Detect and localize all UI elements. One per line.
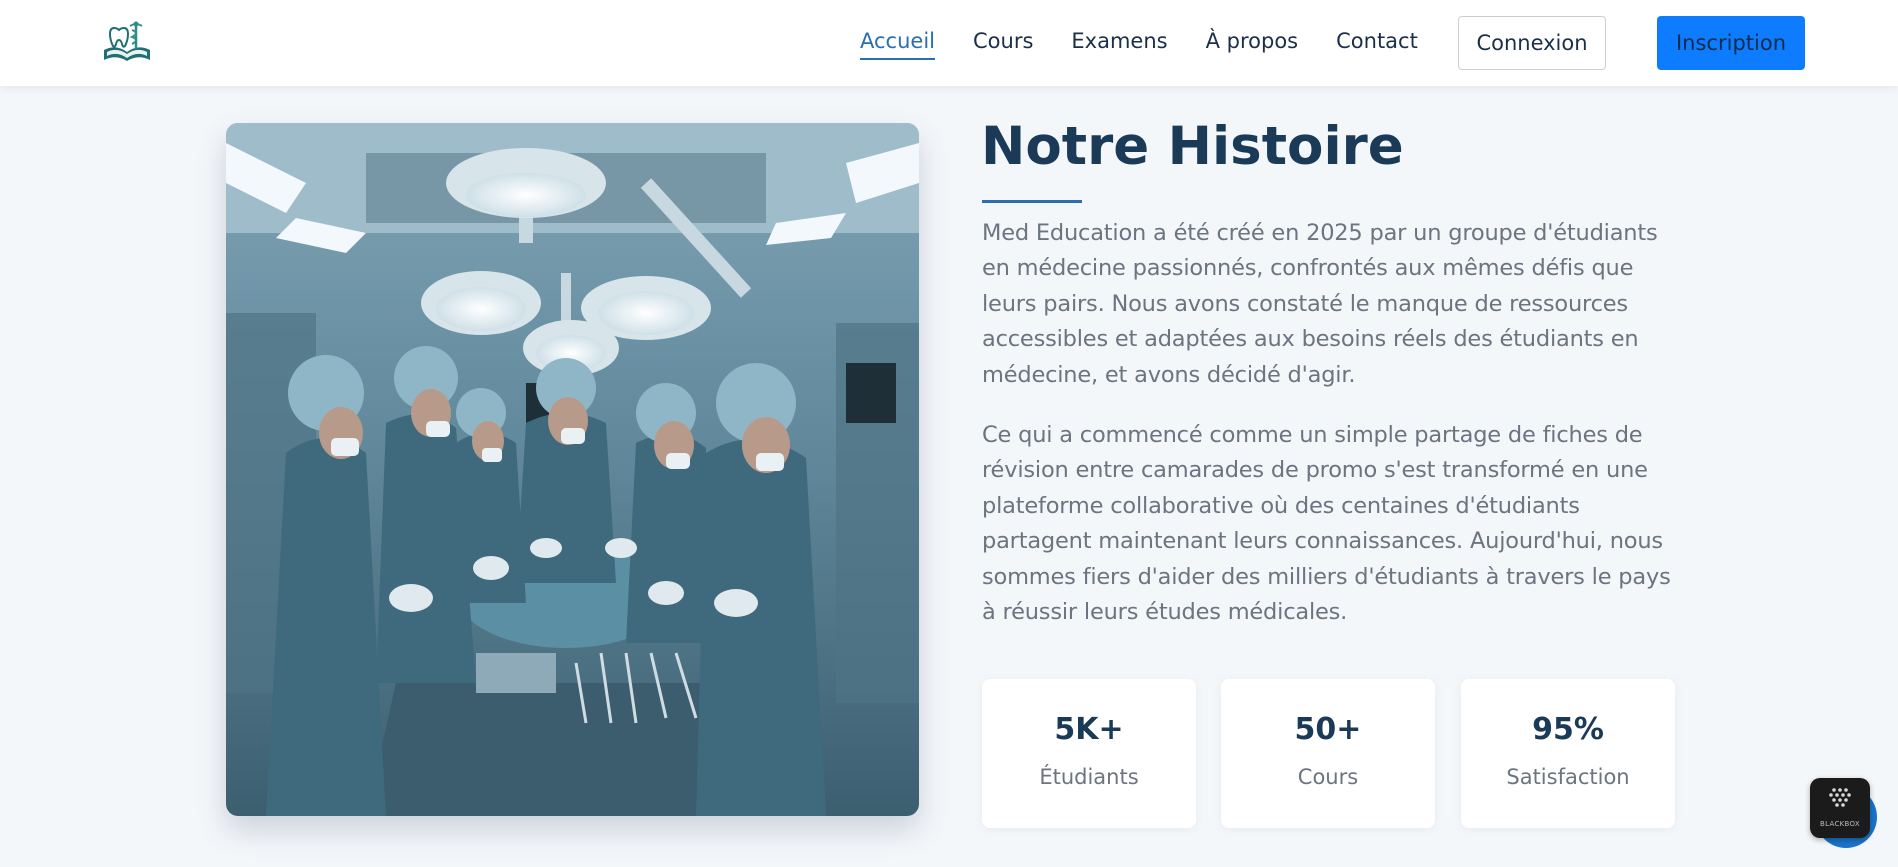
login-button[interactable]: Connexion: [1458, 16, 1606, 70]
nav-link-a-propos[interactable]: À propos: [1206, 29, 1299, 57]
story-paragraph-2: Ce qui a commencé comme un simple partag…: [982, 422, 1671, 626]
stat-value: 5K+: [1054, 712, 1124, 747]
stat-value: 95%: [1532, 712, 1604, 747]
blackbox-logo-icon: [1829, 788, 1851, 807]
stat-label: Cours: [1297, 765, 1359, 789]
main-nav: Accueil Cours Examens À propos Contact: [860, 0, 1456, 86]
story-paragraph-1: Med Education a été créé en 2025 par un …: [982, 220, 1658, 388]
blackbox-badge[interactable]: BLACKBOX: [1810, 778, 1870, 838]
nav-link-contact[interactable]: Contact: [1336, 29, 1418, 57]
operating-room-photo: [226, 123, 919, 816]
nav-link-accueil[interactable]: Accueil: [860, 29, 935, 60]
blackbox-badge-label: BLACKBOX: [1820, 820, 1860, 828]
title-underline: [982, 200, 1082, 203]
stat-card-satisfaction: 95% Satisfaction: [1461, 679, 1675, 828]
page-title: Notre Histoire: [981, 116, 1404, 177]
signup-button[interactable]: Inscription: [1657, 16, 1805, 70]
nav-link-cours[interactable]: Cours: [973, 29, 1033, 57]
stat-value: 50+: [1294, 712, 1362, 747]
navbar: Accueil Cours Examens À propos Contact C…: [0, 0, 1898, 86]
med-education-logo-icon[interactable]: [100, 20, 154, 64]
nav-link-examens[interactable]: Examens: [1071, 29, 1167, 57]
stat-card-courses: 50+ Cours: [1221, 679, 1435, 828]
stat-card-students: 5K+ Étudiants: [982, 679, 1196, 828]
stat-label: Satisfaction: [1506, 765, 1630, 789]
stat-label: Étudiants: [1039, 765, 1139, 789]
